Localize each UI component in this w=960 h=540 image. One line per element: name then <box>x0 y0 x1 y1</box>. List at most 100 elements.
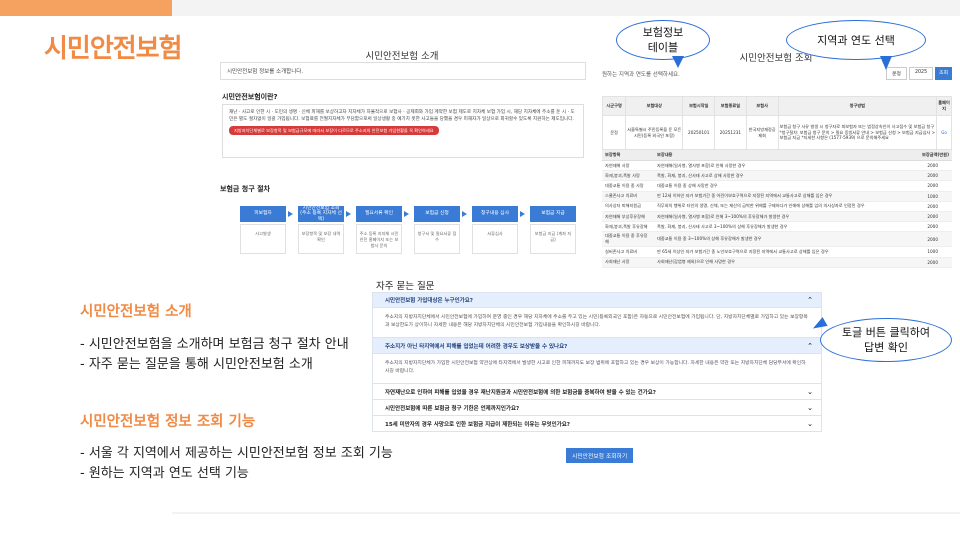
arrow-icon <box>346 211 351 217</box>
chevron-down-icon[interactable]: ⌄ <box>807 404 813 412</box>
table-row: 사회재난 사망 사회재난(감염병 제외)으로 인해 사망한 경우 2000 <box>602 257 952 268</box>
faq-question-2[interactable]: 주소지가 아닌 타지역에서 피해를 입었는데 어려한 경우도 보상받을 수 있나… <box>372 338 822 354</box>
chevron-up-icon[interactable]: ⌃ <box>807 296 813 304</box>
callout-tail <box>880 56 892 70</box>
step-1-desc: 사고발생 <box>240 224 286 254</box>
faq-question-1[interactable]: 시민안전보험 가입대상은 누구인가요? ⌃ <box>372 292 822 308</box>
table-row: 대중교통 이용 중 후유장해 대중교통 이용 중 3~100%의 상해 후유장해가… <box>602 231 952 248</box>
coverage-cell: 사회재난 사망 <box>602 257 654 268</box>
faq-question-text: 시민안전보험 가입대상은 누구인가요? <box>385 298 473 304</box>
coverage-cell: 자연재해 부상후유장해 <box>602 211 654 223</box>
table-row: 화재,붕괴,폭발 후유장해 폭발, 화재, 붕괴, 산사태 사고로 3~100%의… <box>602 221 952 233</box>
homepage-link[interactable]: Go <box>936 115 952 150</box>
summary-header-cell: 보험시작일 <box>682 96 716 116</box>
callout-tail <box>672 56 684 68</box>
faq-question-text: 시민안전보험에 따른 보험금 청구 기한은 언제까지인가요? <box>385 405 520 412</box>
step-1-label: 피보험자 <box>240 206 286 222</box>
summary-cell: 20250101 <box>682 115 716 150</box>
coverage-cell: 2000 <box>916 160 952 172</box>
coverage-cell: 자연재해(일사병, 열사병 포함)로 인해 사망한 경우 <box>654 160 916 172</box>
step-6: 보험금 지급 보험금 지급 (계좌 지급) <box>530 206 576 254</box>
callout-region-year-text: 지역과 연도 선택 <box>817 33 895 47</box>
year-select[interactable]: 2025 <box>908 67 934 80</box>
summary-header-cell: 보험사 <box>745 96 779 116</box>
coverage-cell: 만 12세 이하인 자가 보험기간 중 어린이보호구역으로 지정된 지역에서 교… <box>654 191 916 202</box>
table-row: 화재,붕괴,폭발 사망 폭발, 화재, 붕괴, 산사태 사고로 상해 사망한 경우… <box>602 170 952 182</box>
faq-answer-1: 주소지의 지방자치단체에서 시민안전보험에 가입하여 운영 중인 경우 해당 지… <box>372 308 822 338</box>
lookup-prompt: 원하는 지역과 연도를 선택하세요. <box>602 72 680 78</box>
top-accent-bar <box>0 0 172 16</box>
lookup-controls: 문정 2025 조회 <box>886 67 952 80</box>
table-row: 자연재해 사망 자연재해(일사병, 열사병 포함)로 인해 사망한 경우 2000 <box>602 160 952 172</box>
arrow-icon <box>520 211 525 217</box>
step-2-label: 시민안전보험 조회 (주소 등록 지자체 선택) <box>298 206 344 222</box>
coverage-cell: 대중교통 이용 중 상해 사망한 경우 <box>654 180 916 192</box>
chevron-up-icon[interactable]: ⌃ <box>807 342 813 350</box>
summary-table: 시군구명 보험대상 보험시작일 보험종료일 보험사 청구방법 홈페이지 문정 서울특별시 주민… <box>601 96 952 150</box>
coverage-cell: 1000 <box>916 246 952 258</box>
summary-cell: 서울특별시 주민등록을 둔 모든 시민(등록 외국인 포함) <box>625 115 684 150</box>
coverage-cell: 화재,붕괴,폭발 사망 <box>602 170 654 182</box>
coverage-cell: 2000 <box>916 170 952 182</box>
table-row: 의사상자 피해지원금 직무외의 행위로 타인의 생명, 신체, 또는 재산의 급박… <box>602 201 952 212</box>
section1-bullet-1: - 시민안전보험을 소개하며 보험금 청구 절차 안내 <box>80 337 349 352</box>
coverage-cell: 대중교통 이용 중 3~100%의 상해 후유장해가 발생한 경우 <box>654 231 916 248</box>
coverage-cell: 스쿨존사고 치료비 <box>602 191 654 202</box>
warning-badge: 지방자치단체별로 보장항목 및 보험금규모에 따라서 보장이 다르므로 주소지의… <box>229 126 439 135</box>
search-button[interactable]: 조회 <box>935 67 952 80</box>
coverage-cell: 폭발, 화재, 붕괴, 산사태 사고로 상해 사망한 경우 <box>654 170 916 182</box>
coverage-cell: 화재,붕괴,폭발 후유장해 <box>602 221 654 233</box>
step-3-label: 필요서류 확인 <box>356 206 402 222</box>
coverage-cell: 대중교통 이용 중 후유장해 <box>602 231 654 248</box>
coverage-cell: 폭발, 화재, 붕괴, 산사태 사고로 3~100%의 상해 후유장해가 발생한… <box>654 221 916 233</box>
chevron-down-icon[interactable]: ⌄ <box>807 388 813 396</box>
faq-heading: 자주 묻는 질문 <box>376 281 435 292</box>
step-3: 필요서류 확인 주소 등록 지자체 시민안전 홈페이지 또는 보험사 문의 <box>356 206 402 254</box>
faq-question-4[interactable]: 시민안전보험에 따른 보험금 청구 기한은 언제까지인가요? ⌄ <box>372 400 822 416</box>
faq-question-3[interactable]: 자연재난으로 인하여 피해를 입었을 경우 재난지원금과 시민안전보험에 의한 … <box>372 384 822 400</box>
table-row: 대중교통 이용 중 사망 대중교통 이용 중 상해 사망한 경우 2000 <box>602 180 952 192</box>
lookup-panel: 시민안전보험 조회 원하는 지역과 연도를 선택하세요. 문정 2025 조회 … <box>600 40 952 272</box>
step-4: 보험금 신청 청구서 및 필요서류 접수 <box>414 206 460 254</box>
step-3-desc: 주소 등록 지자체 시민안전 홈페이지 또는 보험사 문의 <box>356 224 402 254</box>
arrow-icon <box>404 211 409 217</box>
table-row: 실버존사고 치료비 만 65세 이상인 자가 보험기간 중 노인보호구역으로 지정… <box>602 246 952 258</box>
coverage-cell: 직무외의 행위로 타인의 생명, 신체, 또는 재산의 급박한 위해를 구제하다… <box>654 201 916 212</box>
intro-panel: 시민안전보험 소개 시민안전보험 정보를 소개합니다. 시민안전보험이란? 재난… <box>218 40 586 290</box>
coverage-cell: 사회재난(감염병 제외)으로 인해 사망한 경우 <box>654 257 916 268</box>
bottom-divider <box>172 512 960 514</box>
faq-question-text: 15세 미만자의 경우 사망으로 인한 보험금 지급이 제한되는 이유는 무엇인… <box>385 421 570 428</box>
coverage-header-cell: 보장금액(만원) <box>916 150 952 161</box>
chevron-down-icon[interactable]: ⌄ <box>807 420 813 428</box>
page-title: 시민안전보험 <box>44 34 183 64</box>
step-5: 청구내용 심사 서류심사 <box>472 206 518 254</box>
table-row: 스쿨존사고 치료비 만 12세 이하인 자가 보험기간 중 어린이보호구역으로 지… <box>602 191 952 202</box>
step-6-desc: 보험금 지급 (계좌 지급) <box>530 224 576 254</box>
callout-toggle-text: 토글 버튼 클릭하여 답변 확인 <box>842 326 930 354</box>
coverage-cell: 2000 <box>916 211 952 223</box>
coverage-cell: 2000 <box>916 257 952 268</box>
summary-header-cell: 시군구명 <box>601 96 627 116</box>
what-body: 재난 · 사고로 인한 시 · 도민의 생명 · 신체 피해를 보상하고자 지자… <box>229 110 575 122</box>
faq-list: 시민안전보험 가입대상은 누구인가요? ⌃ 주소지의 지방자치단체에서 시민안전보험… <box>372 292 822 432</box>
what-heading: 시민안전보험이란? <box>222 93 278 101</box>
coverage-cell: 1000 <box>916 191 952 202</box>
faq-answer-2: 주소지의 지방자치단체가 가입한 시민안전보험 약관상에 타지역에서 발생한 사… <box>372 354 822 384</box>
coverage-cell: 2000 <box>916 231 952 248</box>
coverage-cell: 2000 <box>916 180 952 192</box>
coverage-cell: 자연재해 사망 <box>602 160 654 172</box>
arrow-icon <box>288 211 293 217</box>
coverage-cell: 2000 <box>916 221 952 233</box>
faq-question-5[interactable]: 15세 미만자의 경우 사망으로 인한 보험금 지급이 제한되는 이유는 무엇인… <box>372 416 822 432</box>
process-heading: 보험금 청구 절차 <box>220 185 270 193</box>
step-4-desc: 청구서 및 필요서류 접수 <box>414 224 460 254</box>
callout-info-table: 보험정보 테이블 <box>616 20 710 60</box>
callout-toggle: 토글 버튼 클릭하여 답변 확인 <box>820 318 952 362</box>
faq-lookup-button[interactable]: 시민안전보험 조회하기 <box>566 448 634 463</box>
coverage-cell: 자연재해(일사병, 열사병 포함)로 인해 3~100%의 후유장해가 발생한 … <box>654 211 916 223</box>
coverage-cell: 대중교통 이용 중 사망 <box>602 180 654 192</box>
section1-title: 시민안전보험 소개 <box>80 304 192 320</box>
step-5-desc: 서류심사 <box>472 224 518 254</box>
callout-region-year: 지역과 연도 선택 <box>786 20 926 60</box>
intro-text: 시민안전보험 정보를 소개합니다. <box>220 62 586 80</box>
